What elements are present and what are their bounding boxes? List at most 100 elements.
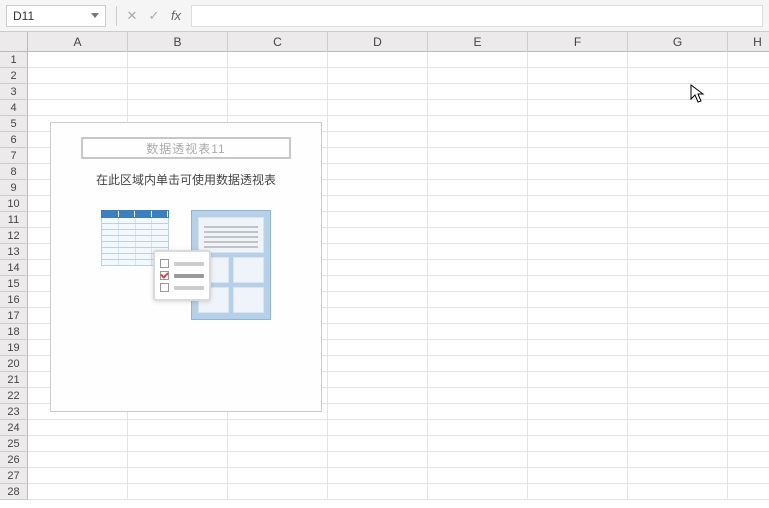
cell[interactable] <box>728 100 769 116</box>
cell[interactable] <box>28 468 128 484</box>
cell[interactable] <box>728 244 769 260</box>
row-header[interactable]: 14 <box>0 260 28 276</box>
formula-input[interactable] <box>191 5 763 27</box>
cell[interactable] <box>728 340 769 356</box>
row-header[interactable]: 3 <box>0 84 28 100</box>
cell[interactable] <box>428 420 528 436</box>
cell[interactable] <box>328 372 428 388</box>
cell[interactable] <box>728 436 769 452</box>
cell[interactable] <box>128 420 228 436</box>
row-header[interactable]: 20 <box>0 356 28 372</box>
pivot-table-placeholder[interactable]: 数据透视表11 在此区域内单击可使用数据透视表 <box>50 122 322 412</box>
cell[interactable] <box>428 84 528 100</box>
cell[interactable] <box>628 228 728 244</box>
cell[interactable] <box>528 292 628 308</box>
cell[interactable] <box>728 52 769 68</box>
cell[interactable] <box>328 132 428 148</box>
cell[interactable] <box>528 132 628 148</box>
cell[interactable] <box>728 148 769 164</box>
cell[interactable] <box>628 356 728 372</box>
cell[interactable] <box>528 100 628 116</box>
row-header[interactable]: 24 <box>0 420 28 436</box>
row-header[interactable]: 2 <box>0 68 28 84</box>
cell[interactable] <box>28 84 128 100</box>
cell[interactable] <box>428 244 528 260</box>
cell[interactable] <box>428 276 528 292</box>
cell[interactable] <box>628 372 728 388</box>
cell[interactable] <box>728 260 769 276</box>
cell[interactable] <box>328 244 428 260</box>
cell[interactable] <box>628 100 728 116</box>
cell[interactable] <box>728 84 769 100</box>
cell[interactable] <box>428 388 528 404</box>
cell[interactable] <box>728 180 769 196</box>
column-header[interactable]: A <box>28 32 128 52</box>
cell[interactable] <box>128 436 228 452</box>
cell[interactable] <box>428 404 528 420</box>
cell[interactable] <box>728 132 769 148</box>
row-header[interactable]: 22 <box>0 388 28 404</box>
cell[interactable] <box>628 196 728 212</box>
cell[interactable] <box>328 148 428 164</box>
cell[interactable] <box>428 372 528 388</box>
cell[interactable] <box>728 372 769 388</box>
cell[interactable] <box>428 132 528 148</box>
row-header[interactable]: 9 <box>0 180 28 196</box>
cell[interactable] <box>328 228 428 244</box>
cell[interactable] <box>528 484 628 500</box>
cell[interactable] <box>428 484 528 500</box>
row-header[interactable]: 23 <box>0 404 28 420</box>
cell[interactable] <box>728 228 769 244</box>
cell[interactable] <box>28 436 128 452</box>
cell[interactable] <box>728 484 769 500</box>
cell[interactable] <box>328 260 428 276</box>
cell[interactable] <box>528 436 628 452</box>
cell[interactable] <box>728 68 769 84</box>
cell[interactable] <box>628 324 728 340</box>
cell[interactable] <box>528 420 628 436</box>
cell[interactable] <box>528 180 628 196</box>
cell[interactable] <box>328 356 428 372</box>
cell[interactable] <box>728 324 769 340</box>
row-header[interactable]: 19 <box>0 340 28 356</box>
cell[interactable] <box>328 420 428 436</box>
cell[interactable] <box>428 148 528 164</box>
cell[interactable] <box>528 228 628 244</box>
cell[interactable] <box>528 196 628 212</box>
row-header[interactable]: 21 <box>0 372 28 388</box>
cell[interactable] <box>728 116 769 132</box>
cell[interactable] <box>528 468 628 484</box>
cell[interactable] <box>728 356 769 372</box>
cell[interactable] <box>428 68 528 84</box>
row-header[interactable]: 1 <box>0 52 28 68</box>
cell[interactable] <box>228 52 328 68</box>
accept-button[interactable]: ✓ <box>143 5 165 27</box>
row-header[interactable]: 8 <box>0 164 28 180</box>
cell[interactable] <box>328 180 428 196</box>
cell[interactable] <box>428 180 528 196</box>
cell[interactable] <box>128 484 228 500</box>
cell[interactable] <box>528 388 628 404</box>
cell[interactable] <box>728 388 769 404</box>
column-header[interactable]: B <box>128 32 228 52</box>
column-header[interactable]: G <box>628 32 728 52</box>
cell[interactable] <box>428 324 528 340</box>
cell[interactable] <box>128 452 228 468</box>
cell[interactable] <box>428 260 528 276</box>
cell[interactable] <box>428 436 528 452</box>
cell[interactable] <box>528 276 628 292</box>
cell[interactable] <box>528 116 628 132</box>
row-header[interactable]: 7 <box>0 148 28 164</box>
cell[interactable] <box>528 372 628 388</box>
cell[interactable] <box>428 116 528 132</box>
cell[interactable] <box>628 68 728 84</box>
cell[interactable] <box>628 260 728 276</box>
cell[interactable] <box>128 84 228 100</box>
cell[interactable] <box>628 116 728 132</box>
cell[interactable] <box>228 436 328 452</box>
cell[interactable] <box>328 436 428 452</box>
cell[interactable] <box>528 212 628 228</box>
row-header[interactable]: 27 <box>0 468 28 484</box>
cell[interactable] <box>328 100 428 116</box>
cell[interactable] <box>228 100 328 116</box>
